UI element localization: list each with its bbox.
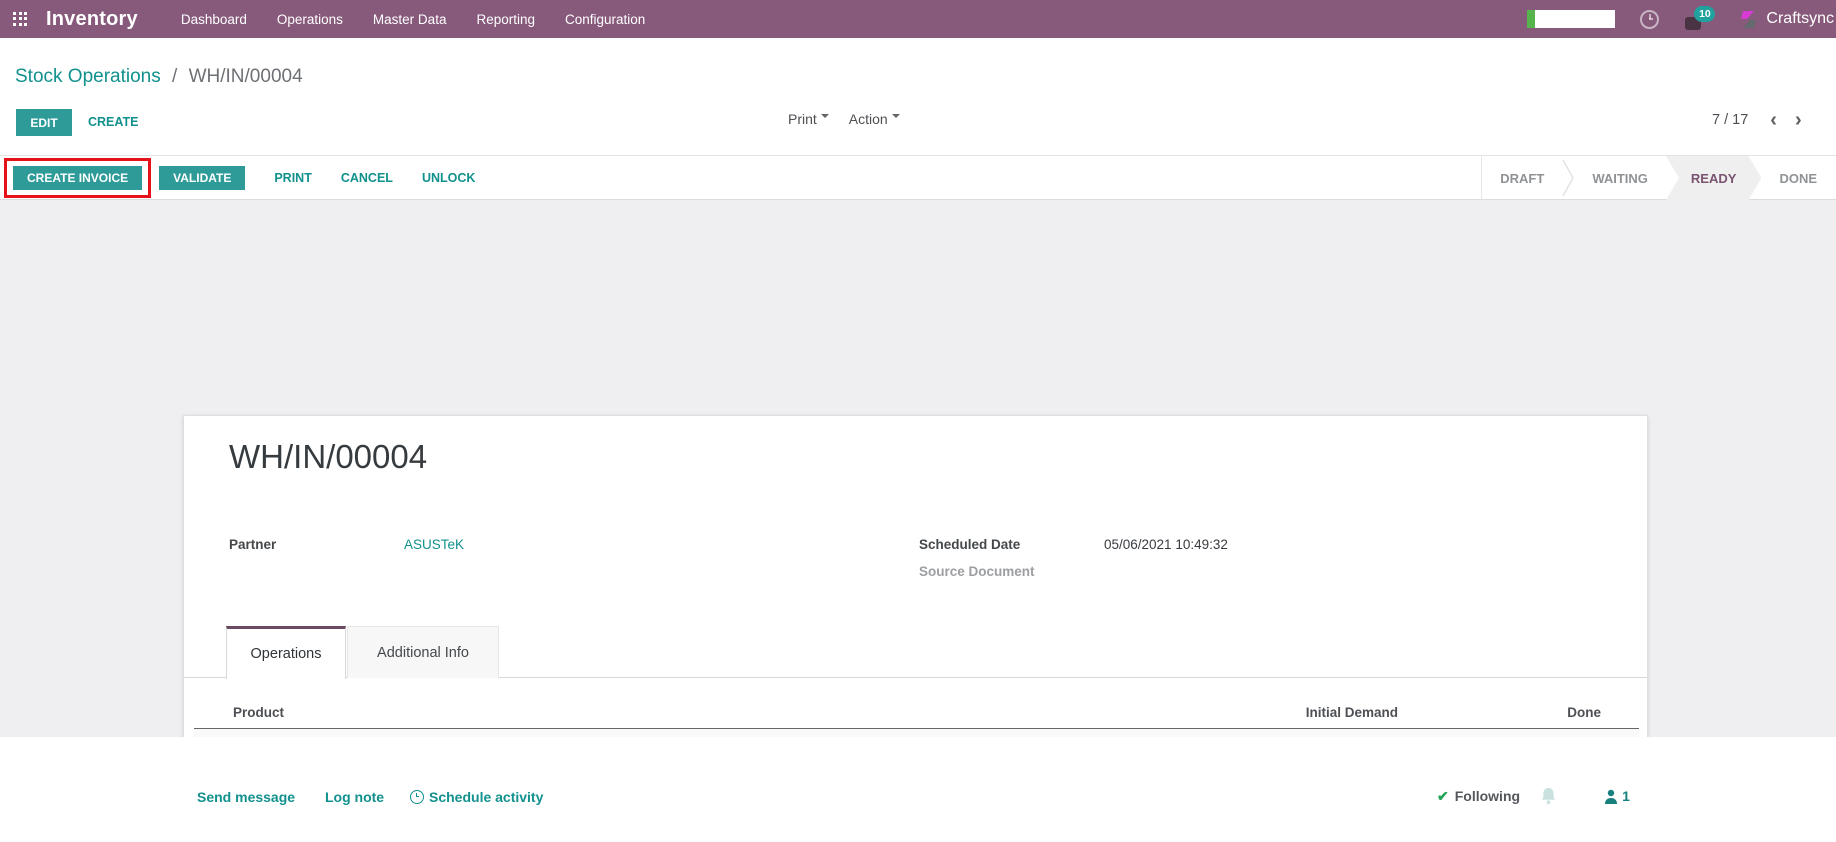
odoo-inventory-page: Inventory Dashboard Operations Master Da… [0,0,1836,842]
user-menu[interactable]: Craftsync [1739,10,1834,29]
chatter: Send message Log note Schedule activity … [0,737,1836,842]
action-dropdown[interactable]: Action [849,111,900,127]
menu-reporting[interactable]: Reporting [476,12,535,27]
notebook-tabs: Operations Additional Info [184,626,1647,679]
check-icon: ✔ [1437,787,1449,804]
menu-master-data[interactable]: Master Data [373,12,447,27]
pager-next-icon[interactable]: › [1795,110,1802,130]
clock-icon [410,790,424,804]
state-ready[interactable]: READY [1666,156,1762,200]
state-done[interactable]: DONE [1761,156,1836,200]
following-button[interactable]: Following [1455,788,1520,804]
partner-value[interactable]: ASUSTeK [404,537,464,552]
main-menu: Dashboard Operations Master Data Reporti… [181,12,645,27]
record-pager: 7 / 17 ‹ › [1712,110,1802,130]
menu-operations[interactable]: Operations [277,12,343,27]
source-document-label: Source Document [919,564,1035,579]
timer-progress [1527,10,1536,28]
chevron-down-icon [820,114,829,122]
print-button[interactable]: PRINT [274,171,312,185]
column-done: Done [1567,704,1601,720]
chevron-down-icon [891,114,900,122]
pager-counter: 7 / 17 [1712,112,1749,128]
top-navbar: Inventory Dashboard Operations Master Da… [0,0,1836,38]
followers-button[interactable]: 1 [1604,788,1630,804]
bell-icon[interactable] [1540,787,1557,805]
tab-additional-info[interactable]: Additional Info [347,626,499,678]
record-title: WH/IN/00004 [229,438,428,475]
column-product: Product [233,704,285,720]
company-logo-icon [1741,10,1757,28]
follower-count: 1 [1622,788,1630,804]
systray: 10 Craftsync [1527,0,1836,38]
breadcrumb-separator: / [172,66,178,87]
app-title[interactable]: Inventory [46,8,138,31]
validate-button[interactable]: VALIDATE [159,165,246,190]
apps-menu-icon[interactable] [13,11,28,27]
cancel-button[interactable]: CANCEL [341,171,393,185]
highlight-annotation-box: CREATE INVOICE [4,157,152,198]
follower-person-icon [1605,789,1618,804]
log-note-button[interactable]: Log note [325,789,384,805]
menu-dashboard[interactable]: Dashboard [181,12,247,27]
scheduled-date-value: 05/06/2021 10:49:32 [1104,537,1228,552]
state-waiting[interactable]: WAITING [1574,156,1666,200]
column-initial-demand: Initial Demand [1305,704,1398,720]
menu-configuration[interactable]: Configuration [565,12,645,27]
activities-clock-icon[interactable] [1640,9,1660,29]
schedule-activity-button[interactable]: Schedule activity [410,789,543,805]
message-count-badge: 10 [1694,6,1716,22]
create-button[interactable]: CREATE [88,115,138,129]
unlock-button[interactable]: UNLOCK [422,171,475,185]
content-background: WH/IN/00004 Partner ASUSTeK Scheduled Da… [0,200,1836,842]
send-message-button[interactable]: Send message [197,789,295,805]
partner-label: Partner [229,537,277,552]
breadcrumb: Stock Operations / WH/IN/00004 [15,66,303,88]
breadcrumb-current: WH/IN/00004 [188,66,303,87]
state-pipeline: DRAFT WAITING READY DONE [1481,156,1836,200]
timer-widget[interactable] [1527,10,1616,28]
chevron-separator-icon [1562,159,1575,197]
company-name: Craftsync [1766,10,1834,27]
edit-button[interactable]: EDIT [16,109,72,136]
scheduled-date-label: Scheduled Date [919,537,1021,552]
action-dropdowns: Print Action [788,111,900,127]
form-statusbar: CREATE INVOICE VALIDATE PRINT CANCEL UNL… [0,155,1836,200]
breadcrumb-parent[interactable]: Stock Operations [15,66,161,87]
table-header-row: Product Initial Demand Done [194,696,1639,729]
statusbar-buttons: CREATE INVOICE VALIDATE PRINT CANCEL UNL… [0,156,475,199]
pager-previous-icon[interactable]: ‹ [1770,110,1777,130]
create-invoice-button[interactable]: CREATE INVOICE [13,165,143,190]
print-dropdown[interactable]: Print [788,111,829,127]
messages-icon[interactable]: 10 [1685,6,1716,32]
state-draft[interactable]: DRAFT [1482,156,1562,200]
follow-area: ✔ Following 1 [1437,787,1630,805]
tab-operations[interactable]: Operations [226,626,346,679]
